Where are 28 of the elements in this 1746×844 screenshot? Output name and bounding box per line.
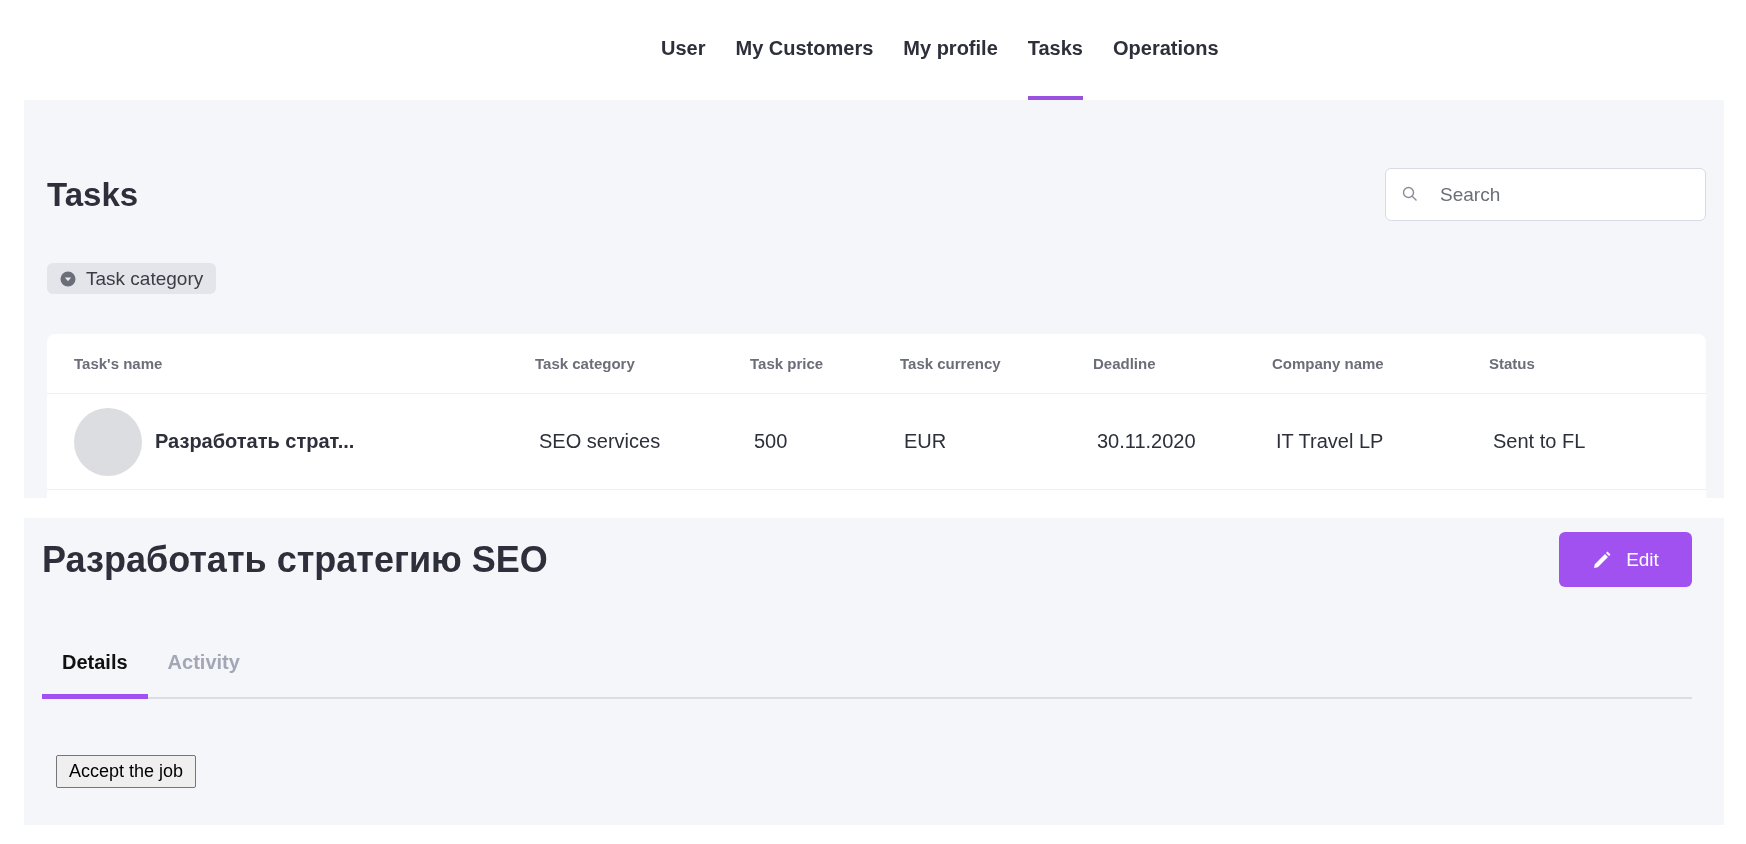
table-cell: Разработать страт... bbox=[155, 430, 355, 453]
column-header: Company name bbox=[1272, 355, 1385, 372]
search-field[interactable]: Search bbox=[1385, 168, 1706, 221]
accept-button[interactable]: Accept the job bbox=[56, 755, 197, 788]
column-header: Deadline bbox=[1093, 355, 1157, 372]
table-cell-text: IT Travel LP bbox=[1275, 430, 1385, 453]
column-header: Task currency bbox=[900, 355, 1002, 372]
column-header: Task price bbox=[750, 355, 825, 372]
table-cell-text: EUR bbox=[903, 430, 948, 453]
table-cell-text: Sent to FL bbox=[1492, 430, 1587, 453]
filter-chip[interactable]: Task category bbox=[47, 263, 217, 294]
table-cell-text: SEO services bbox=[538, 430, 662, 453]
nav-tab[interactable]: My profile bbox=[903, 0, 998, 100]
tab[interactable]: Details bbox=[42, 651, 148, 699]
table-cell-text: 30.11.2020 bbox=[1096, 430, 1197, 453]
edit-button[interactable]: Edit bbox=[1559, 532, 1692, 587]
task-title: Разработать стратегию SEO bbox=[42, 538, 548, 581]
page-title: Tasks bbox=[47, 175, 139, 214]
column-header: Task category bbox=[535, 355, 636, 372]
column-header: Status bbox=[1489, 355, 1536, 372]
pencil-icon bbox=[1592, 549, 1613, 570]
nav-tab[interactable]: Operations bbox=[1113, 0, 1219, 100]
table-cell-text: 500 bbox=[753, 430, 789, 453]
nav-tab[interactable]: My Customers bbox=[735, 0, 874, 100]
nav-tab[interactable]: User bbox=[661, 0, 706, 100]
caret-icon bbox=[60, 270, 76, 287]
column-header: Task's name bbox=[74, 355, 164, 372]
search-icon bbox=[1402, 186, 1418, 202]
